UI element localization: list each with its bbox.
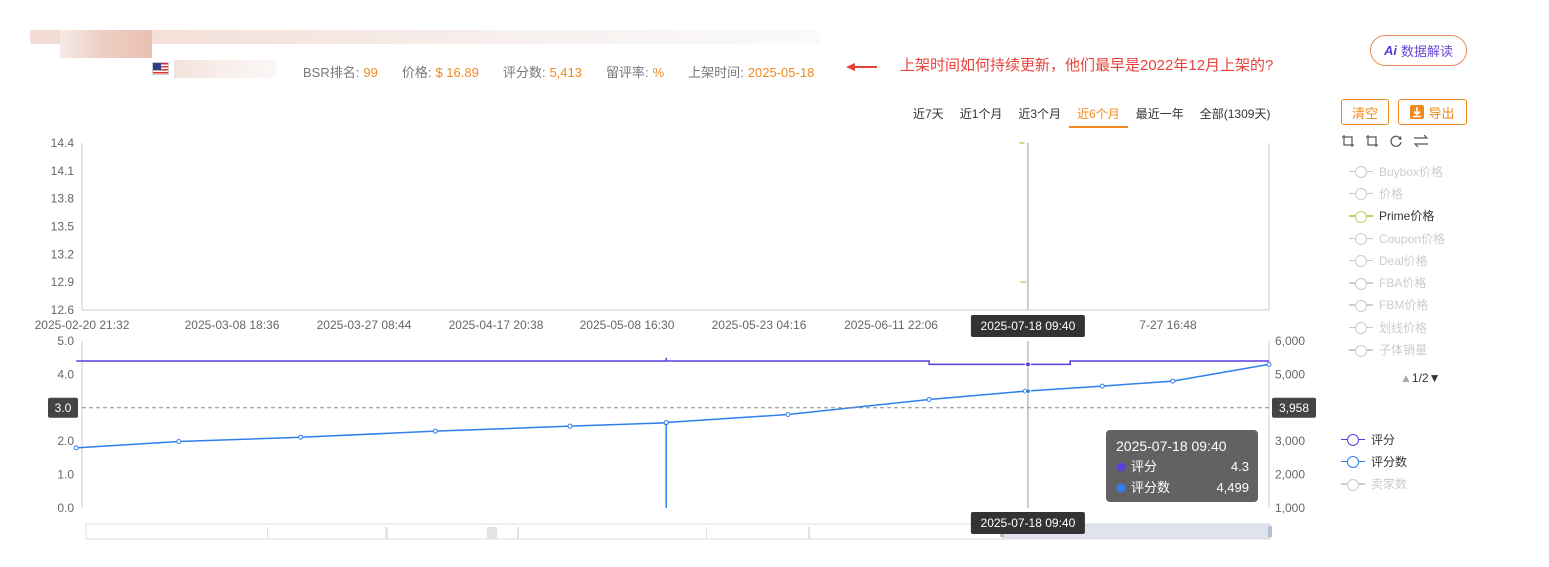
zoom-slider-spark <box>487 527 497 539</box>
zoom-slider-spark <box>267 527 268 539</box>
rating-count-point <box>432 428 438 434</box>
crosshair-count-dot <box>1024 388 1031 395</box>
rating-count-point <box>1266 361 1272 367</box>
top-x-tick-label: 2025-05-08 16:30 <box>580 318 675 332</box>
zoom-slider-spark <box>517 527 519 539</box>
bottom-crosshair-label: 2025-07-18 09:40 <box>981 516 1076 530</box>
top-y-tick-label: 13.2 <box>51 247 75 261</box>
crosshair-rating-dot <box>1024 361 1031 368</box>
crosshair-left-label: 3.0 <box>55 401 72 415</box>
bottom-left-tick-label: 1.0 <box>57 468 74 482</box>
tooltip-series-name: 评分数 <box>1131 480 1170 495</box>
zoom-slider-spark <box>385 527 388 539</box>
rating-count-point <box>73 445 79 451</box>
tooltip-series-value: 4.3 <box>1231 459 1249 474</box>
top-crosshair-label: 2025-07-18 09:40 <box>981 319 1076 333</box>
top-x-tick-label: 7-27 16:48 <box>1139 318 1197 332</box>
zoom-slider-handle-right <box>1268 526 1272 537</box>
top-y-tick-label: 14.4 <box>51 136 75 150</box>
rating-count-point <box>1170 378 1176 384</box>
rating-line <box>76 357 1269 366</box>
rating-count-point <box>785 411 791 417</box>
rating-count-point <box>176 439 182 445</box>
top-x-tick-label: 2025-04-17 20:38 <box>449 318 544 332</box>
top-y-tick-label: 12.9 <box>51 275 75 289</box>
tooltip-title: 2025-07-18 09:40 <box>1116 438 1227 454</box>
bottom-right-tick-label: 3,000 <box>1275 434 1305 448</box>
tooltip-series-value: 4,499 <box>1216 480 1249 495</box>
tooltip-series-name: 评分 <box>1131 459 1157 474</box>
rating-count-point <box>298 434 304 440</box>
bottom-right-tick-label: 6,000 <box>1275 334 1305 348</box>
top-y-tick-label: 13.5 <box>51 220 75 234</box>
top-x-tick-label: 2025-05-23 04:16 <box>712 318 807 332</box>
top-x-tick-label: 2025-06-11 22:06 <box>844 318 938 332</box>
tooltip-series-dot <box>1116 462 1126 472</box>
bottom-right-tick-label: 1,000 <box>1275 501 1305 515</box>
rating-count-point <box>1099 383 1105 389</box>
bottom-left-tick-label: 2.0 <box>57 434 74 448</box>
tooltip-series-dot <box>1116 483 1126 493</box>
crosshair-right-label: 3,958 <box>1279 401 1309 415</box>
bottom-right-tick-label: 5,000 <box>1275 367 1305 381</box>
rating-count-line <box>76 363 1270 508</box>
top-x-tick-label: 2025-03-08 18:36 <box>185 318 280 332</box>
rating-count-point <box>926 396 932 402</box>
top-y-tick-label: 12.6 <box>51 303 75 317</box>
bottom-left-tick-label: 5.0 <box>57 334 74 348</box>
rating-count-point <box>663 419 669 425</box>
top-x-tick-label: 2025-03-27 08:44 <box>317 318 412 332</box>
bottom-left-tick-label: 4.0 <box>57 367 74 381</box>
chart-canvas[interactable]: 14.4 14.1 13.8 13.5 13.2 12.9 12.62025-02-20 2… <box>0 0 1549 567</box>
zoom-slider-spark <box>706 527 707 539</box>
top-y-tick-label: 14.1 <box>51 164 75 178</box>
rating-count-point <box>567 423 573 429</box>
zoom-slider-spark <box>808 527 810 539</box>
bottom-left-tick-label: 0.0 <box>57 501 74 515</box>
top-x-tick-label: 2025-02-20 21:32 <box>35 318 130 332</box>
bottom-right-tick-label: 2,000 <box>1275 468 1305 482</box>
top-y-tick-label: 13.8 <box>51 192 75 206</box>
